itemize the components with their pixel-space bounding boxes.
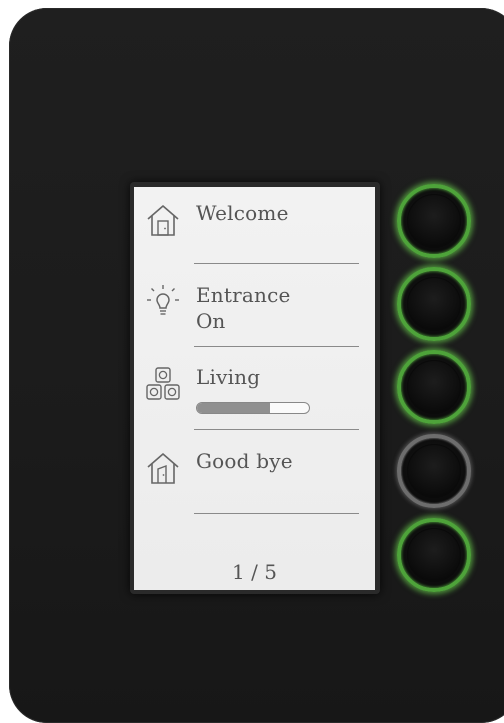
button-cap: [407, 444, 461, 498]
scene-item-welcome[interactable]: Welcome: [134, 187, 375, 269]
divider: [194, 429, 359, 430]
button-cap: [407, 277, 461, 331]
scene-sublabel: On: [196, 309, 226, 333]
lightbulb-icon: [147, 285, 179, 315]
divider: [194, 513, 359, 514]
scene-label: Living: [196, 365, 261, 389]
house-door-icon: [147, 205, 179, 236]
divider: [194, 263, 359, 264]
keypad-button-3[interactable]: [397, 350, 471, 424]
scene-item-living[interactable]: Living: [134, 351, 375, 433]
house-exit-icon: [147, 453, 179, 484]
scene-label: Good bye: [196, 449, 293, 473]
scene-label: Welcome: [196, 201, 289, 225]
button-cap: [407, 194, 461, 248]
display-screen: Welcome Entrance On Living Good bye 1 / …: [134, 187, 375, 590]
divider: [194, 346, 359, 347]
page-indicator: 1 / 5: [232, 560, 277, 584]
volume-progress-fill: [197, 403, 270, 413]
keypad-button-1[interactable]: [397, 184, 471, 258]
scene-label: Entrance: [196, 283, 291, 307]
keypad-button-5[interactable]: [397, 518, 471, 592]
button-cap: [407, 360, 461, 414]
scene-item-entrance[interactable]: Entrance On: [134, 269, 375, 351]
volume-progress-bar[interactable]: [196, 402, 310, 414]
scene-item-good-bye[interactable]: Good bye: [134, 435, 375, 517]
speakers-icon: [146, 367, 180, 400]
keypad-button-4[interactable]: [397, 434, 471, 508]
button-cap: [407, 528, 461, 582]
keypad-button-2[interactable]: [397, 267, 471, 341]
